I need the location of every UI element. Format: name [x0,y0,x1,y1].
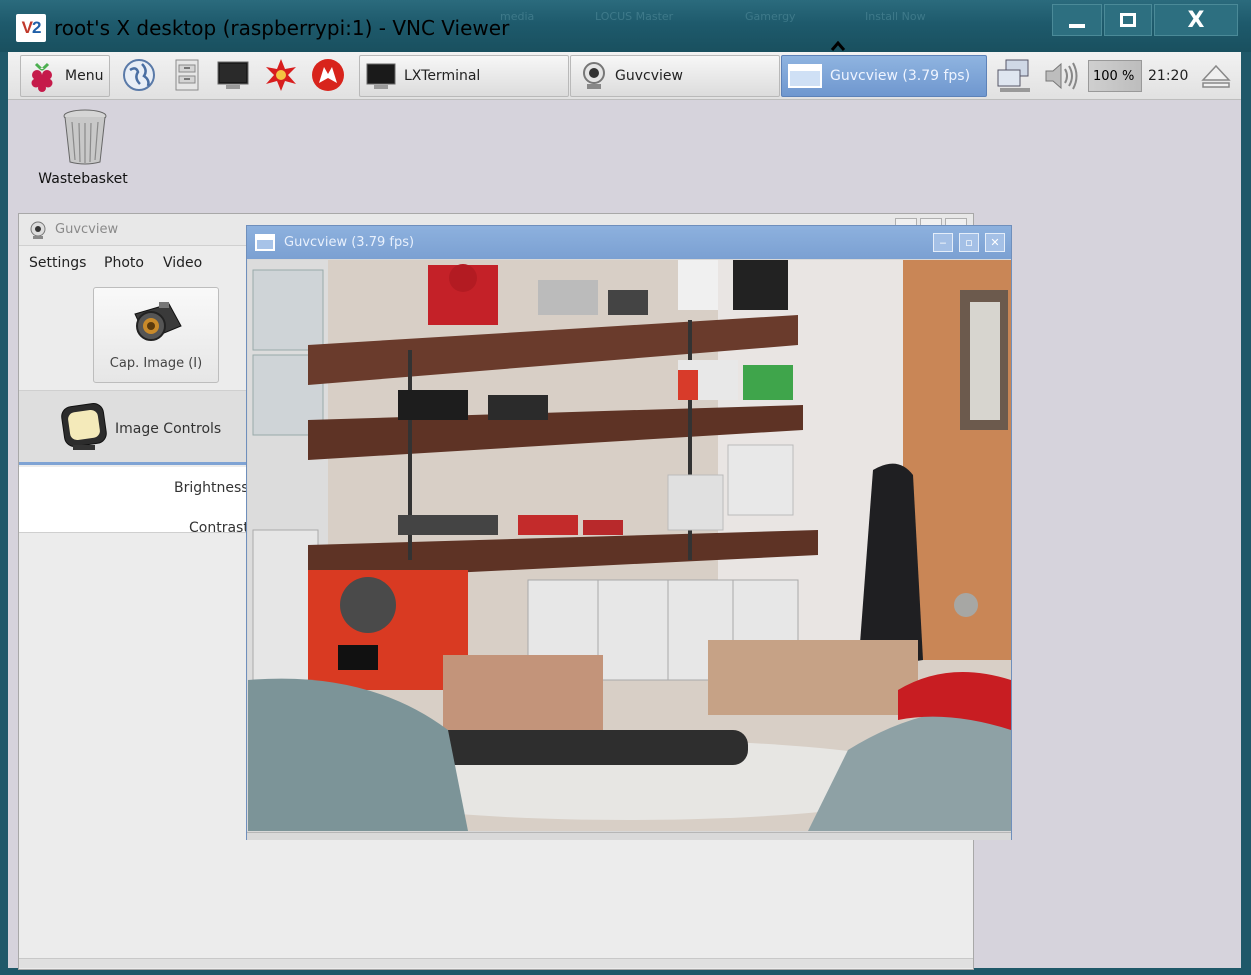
clock[interactable]: 21:20 [1148,55,1188,97]
minimize-icon [1069,24,1085,28]
file-manager-icon [175,59,199,91]
mathematica-launcher[interactable] [264,58,298,92]
window-icon [788,64,822,88]
menu-photo[interactable]: Photo [104,255,144,271]
menu-button[interactable]: Menu [20,55,110,97]
video-titlebar[interactable]: Guvcview (3.79 fps) ‒ ▫ ✕ [247,226,1011,259]
mathematica-icon [266,59,296,91]
horizontal-scrollbar[interactable] [19,958,973,968]
video-title: Guvcview (3.79 fps) [284,235,415,250]
close-button[interactable]: X [1154,4,1238,36]
menu-settings[interactable]: Settings [29,255,86,271]
menu-video[interactable]: Video [163,255,202,271]
desktop-icon-wastebasket[interactable]: Wastebasket [38,108,128,194]
mouse-cursor-icon [830,40,846,51]
maximize-icon [1120,13,1136,27]
maximize-icon: ▫ [965,236,973,249]
vnc-titlebar[interactable]: media LOCUS Master Gamergy Install Now V… [0,0,1251,52]
lxde-panel: Menu LXTerminal Guvcview Guvcview (3.79 … [8,52,1241,100]
minimize-button[interactable]: ‒ [933,233,953,252]
taskbar-guvcview-video[interactable]: Guvcview (3.79 fps) [781,55,987,97]
desktop-icon-label: Wastebasket [38,171,128,187]
raspberry-icon [31,62,53,92]
vnc-right-border [1241,52,1251,975]
brightness-label: Brightness [174,480,249,496]
webcam-icon [583,62,605,89]
tv-icon [61,403,107,450]
vnc-logo-icon: V2 [16,14,46,42]
close-icon: X [1187,7,1205,33]
terminal-launcher[interactable] [216,58,250,92]
wolfram-icon [312,59,344,91]
camera-feed-image [248,260,1011,831]
terminal-icon [217,61,249,89]
vnc-left-border [0,52,8,975]
maximize-button[interactable]: ▫ [959,233,979,252]
taskbar-label: Guvcview [615,68,683,84]
minimize-button[interactable] [1052,4,1102,36]
video-statusbar [247,832,1011,840]
contrast-label: Contrast [189,520,249,534]
browser-icon [123,59,155,91]
maximize-button[interactable] [1104,4,1152,36]
capture-image-button[interactable]: Cap. Image (I) [93,287,219,383]
network-tray[interactable] [996,55,1034,97]
trash-icon [63,109,107,165]
camera-icon [134,302,182,341]
browser-launcher[interactable] [122,58,156,92]
cpu-usage: 100 % [1093,68,1135,84]
wolfram-launcher[interactable] [310,58,344,92]
taskbar-label: Guvcview (3.79 fps) [830,68,971,84]
capture-image-label: Cap. Image (I) [109,356,203,371]
file-manager-launcher[interactable] [170,58,204,92]
minimize-icon: ‒ [939,236,947,249]
clock-time: 21:20 [1148,68,1189,84]
close-button[interactable]: ✕ [985,233,1005,252]
volume-tray[interactable] [1042,55,1080,97]
network-icon [997,59,1030,92]
terminal-icon [366,63,396,89]
menu-label: Menu [65,68,104,84]
taskbar-guvcview[interactable]: Guvcview [570,55,780,97]
eject-icon [1201,64,1231,88]
taskbar-lxterminal[interactable]: LXTerminal [359,55,569,97]
controls-panel: Brightness Contrast [19,467,251,534]
tab-image-controls[interactable]: Image Controls [19,391,251,465]
cpu-monitor: 100 % [1088,60,1142,92]
eject-tray[interactable] [1201,55,1231,97]
close-icon: ✕ [990,236,1000,249]
taskbar-label: LXTerminal [404,68,481,84]
webcam-icon [30,221,46,239]
guvcview-title: Guvcview [55,222,119,237]
window-icon [255,234,275,251]
speaker-icon [1045,62,1078,90]
window-title: root's X desktop (raspberrypi:1) - VNC V… [54,16,510,40]
tab-label: Image Controls [115,421,222,437]
guvcview-video-window: Guvcview (3.79 fps) ‒ ▫ ✕ [246,225,1012,840]
